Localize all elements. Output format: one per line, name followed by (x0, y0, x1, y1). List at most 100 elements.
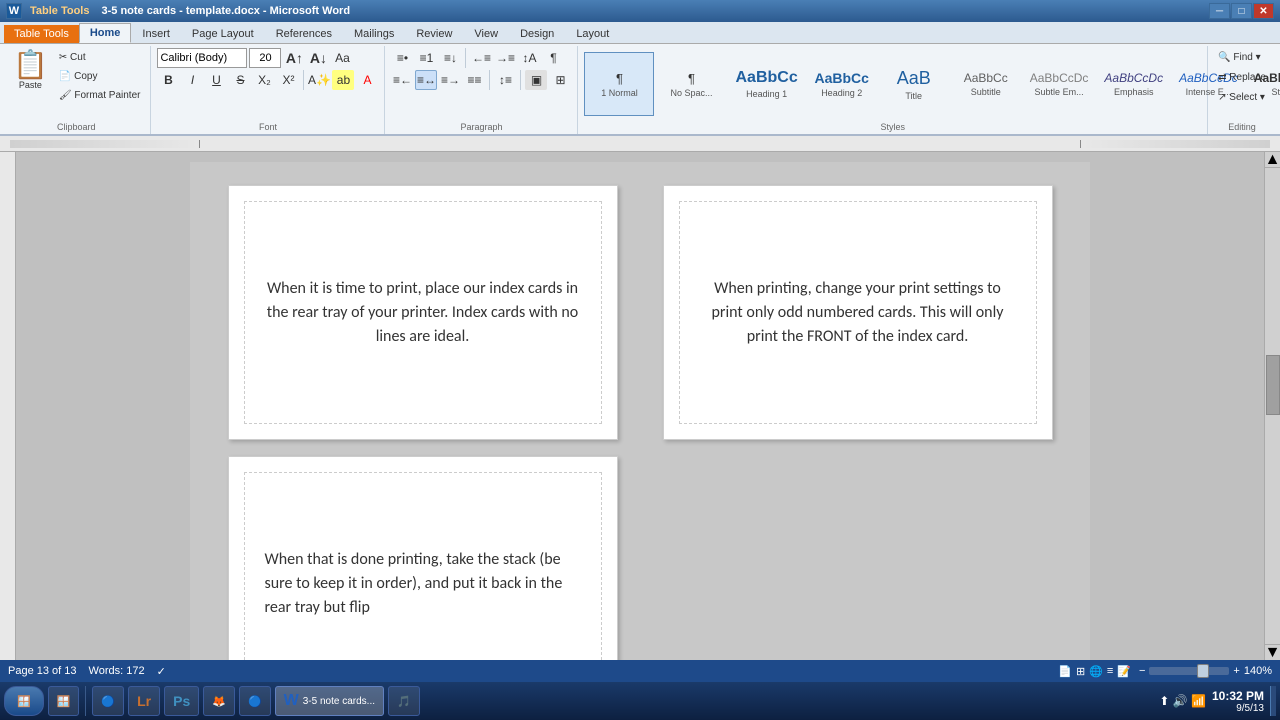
tab-page-layout[interactable]: Page Layout (181, 23, 265, 43)
font-name-input[interactable] (157, 48, 247, 68)
multilevel-button[interactable]: ≡↓ (439, 48, 461, 68)
numbering-button[interactable]: ≡1 (415, 48, 437, 68)
align-left-button[interactable]: ≡← (391, 70, 413, 90)
increase-indent-button[interactable]: →≡ (494, 48, 516, 68)
style-no-spacing[interactable]: ¶ No Spac... (656, 52, 726, 116)
window-controls[interactable]: ─ □ ✕ (1209, 3, 1274, 19)
highlight-button[interactable]: ab (332, 70, 354, 90)
font-color-button[interactable]: A (356, 70, 378, 90)
taskbar-app-lightroom[interactable]: Lr (128, 686, 160, 716)
para-row2: ≡← ≡↔ ≡→ ≡≡ ↕≡ ▣ ⊞ (391, 70, 571, 90)
justify-button[interactable]: ≡≡ (463, 70, 485, 90)
zoom-slider[interactable] (1149, 667, 1229, 675)
align-right-button[interactable]: ≡→ (439, 70, 461, 90)
index-card-3[interactable]: When that is done printing, take the sta… (228, 456, 618, 660)
firefox-icon: 🦊 (212, 695, 226, 708)
tab-layout[interactable]: Layout (565, 23, 620, 43)
left-ruler (0, 152, 16, 660)
shading-button[interactable]: ▣ (525, 70, 547, 90)
format-painter-button[interactable]: 🖌 Format Painter (55, 86, 145, 104)
start-button[interactable]: 🪟 (4, 686, 44, 716)
outline-button[interactable]: ≡ (1107, 665, 1113, 678)
tab-home[interactable]: Home (79, 23, 132, 43)
taskbar-app-firefox[interactable]: 🦊 (203, 686, 235, 716)
doc-title: 3-5 note cards - template.docx - Microso… (102, 5, 351, 17)
bullets-button[interactable]: ≡• (391, 48, 413, 68)
bold-button[interactable]: B (157, 70, 179, 90)
table-tools-tab[interactable]: Table Tools (4, 25, 79, 43)
text-effect-button[interactable]: A✨ (308, 70, 330, 90)
underline-button[interactable]: U (205, 70, 227, 90)
web-layout-button[interactable]: 🌐 (1089, 665, 1103, 678)
cut-button[interactable]: ✂ Cut (55, 48, 145, 66)
taskbar-app-ie[interactable]: 🔵 (92, 686, 124, 716)
font-row2: B I U S X₂ X² A✨ ab A (157, 70, 378, 90)
tab-review[interactable]: Review (405, 23, 463, 43)
subscript-button[interactable]: X₂ (253, 70, 275, 90)
taskbar-app-chrome[interactable]: 🔵 (239, 686, 271, 716)
style-emphasis[interactable]: AaBbCcDc Emphasis (1097, 52, 1170, 116)
find-button[interactable]: 🔍 Find ▾ (1214, 48, 1270, 66)
sort-button[interactable]: ↕A (518, 48, 540, 68)
draft-button[interactable]: 📝 (1117, 665, 1131, 678)
tab-references[interactable]: References (265, 23, 343, 43)
style-heading2[interactable]: AaBbCc Heading 2 (807, 52, 877, 116)
select-button[interactable]: ↗ Select ▾ (1214, 88, 1270, 106)
font-grow-button[interactable]: A↑ (283, 48, 305, 68)
doc-scroll[interactable]: When it is time to print, place our inde… (16, 152, 1264, 660)
page-13: When it is time to print, place our inde… (190, 162, 1090, 660)
tab-view[interactable]: View (463, 23, 509, 43)
style-heading1[interactable]: AaBbCc Heading 1 (728, 52, 804, 116)
show-desktop-button[interactable] (1270, 686, 1276, 716)
align-center-button[interactable]: ≡↔ (415, 70, 437, 90)
style-subtle-em[interactable]: AaBbCcDc Subtle Em... (1023, 52, 1096, 116)
style-emphasis-label: Emphasis (1114, 87, 1154, 97)
italic-button[interactable]: I (181, 70, 203, 90)
zoom-out-button[interactable]: − (1139, 665, 1145, 677)
border-button[interactable]: ⊞ (549, 70, 571, 90)
taskbar-windows-icon[interactable]: 🪟 (48, 686, 80, 716)
zoom-in-button[interactable]: + (1233, 665, 1239, 677)
scrollbar-thumb[interactable] (1266, 355, 1280, 415)
card-inner-2: When printing, change your print setting… (679, 201, 1037, 424)
editing-group: 🔍 Find ▾ ⇄ Replace ↗ Select ▾ Editing (1210, 46, 1276, 134)
style-title[interactable]: AaB Title (879, 52, 949, 116)
index-card-2[interactable]: When printing, change your print setting… (663, 185, 1053, 440)
style-subtitle[interactable]: AaBbCc Subtitle (951, 52, 1021, 116)
taskbar-app-ps[interactable]: Ps (164, 686, 199, 716)
line-spacing-button[interactable]: ↕≡ (494, 70, 516, 90)
paragraph-controls: ≡• ≡1 ≡↓ ←≡ →≡ ↕A ¶ ≡← ≡↔ ≡→ ≡≡ ↕≡ ▣ ⊞ (391, 48, 571, 90)
font-size-input[interactable] (249, 48, 281, 68)
copy-button[interactable]: 📄 Copy (55, 67, 145, 85)
font-shrink-button[interactable]: A↓ (307, 48, 329, 68)
sep1 (303, 70, 304, 90)
minimize-button[interactable]: ─ (1209, 3, 1230, 19)
show-marks-button[interactable]: ¶ (542, 48, 564, 68)
tab-insert[interactable]: Insert (131, 23, 181, 43)
scroll-down-button[interactable]: ▼ (1265, 644, 1280, 660)
taskbar-app-word[interactable]: W 3-5 note cards... (275, 686, 384, 716)
zoom-thumb[interactable] (1197, 664, 1209, 678)
replace-button[interactable]: ⇄ Replace (1214, 68, 1270, 86)
decrease-indent-button[interactable]: ←≡ (470, 48, 492, 68)
clear-format-button[interactable]: Aa (331, 48, 353, 68)
sep2 (465, 48, 466, 68)
strikethrough-button[interactable]: S (229, 70, 251, 90)
card-inner-1: When it is time to print, place our inde… (244, 201, 602, 424)
maximize-button[interactable]: □ (1231, 3, 1252, 19)
vertical-scrollbar[interactable]: ▲ ▼ (1264, 152, 1280, 660)
clock: 10:32 PM 9/5/13 (1212, 689, 1264, 714)
full-screen-button[interactable]: ⊞ (1076, 665, 1085, 678)
tab-design[interactable]: Design (509, 23, 565, 43)
status-left: Page 13 of 13 Words: 172 ✓ (8, 665, 166, 678)
word-taskbar-label: 3-5 note cards... (303, 696, 375, 707)
paste-button[interactable]: 📋 Paste (8, 48, 53, 93)
scroll-up-button[interactable]: ▲ (1265, 152, 1280, 168)
tab-mailings[interactable]: Mailings (343, 23, 405, 43)
superscript-button[interactable]: X² (277, 70, 299, 90)
print-layout-button[interactable]: 📄 (1058, 665, 1072, 678)
style-normal[interactable]: ¶ 1 Normal (584, 52, 654, 116)
index-card-1[interactable]: When it is time to print, place our inde… (228, 185, 618, 440)
close-button[interactable]: ✕ (1253, 3, 1274, 19)
taskbar-app-vlc[interactable]: 🎵 (388, 686, 420, 716)
